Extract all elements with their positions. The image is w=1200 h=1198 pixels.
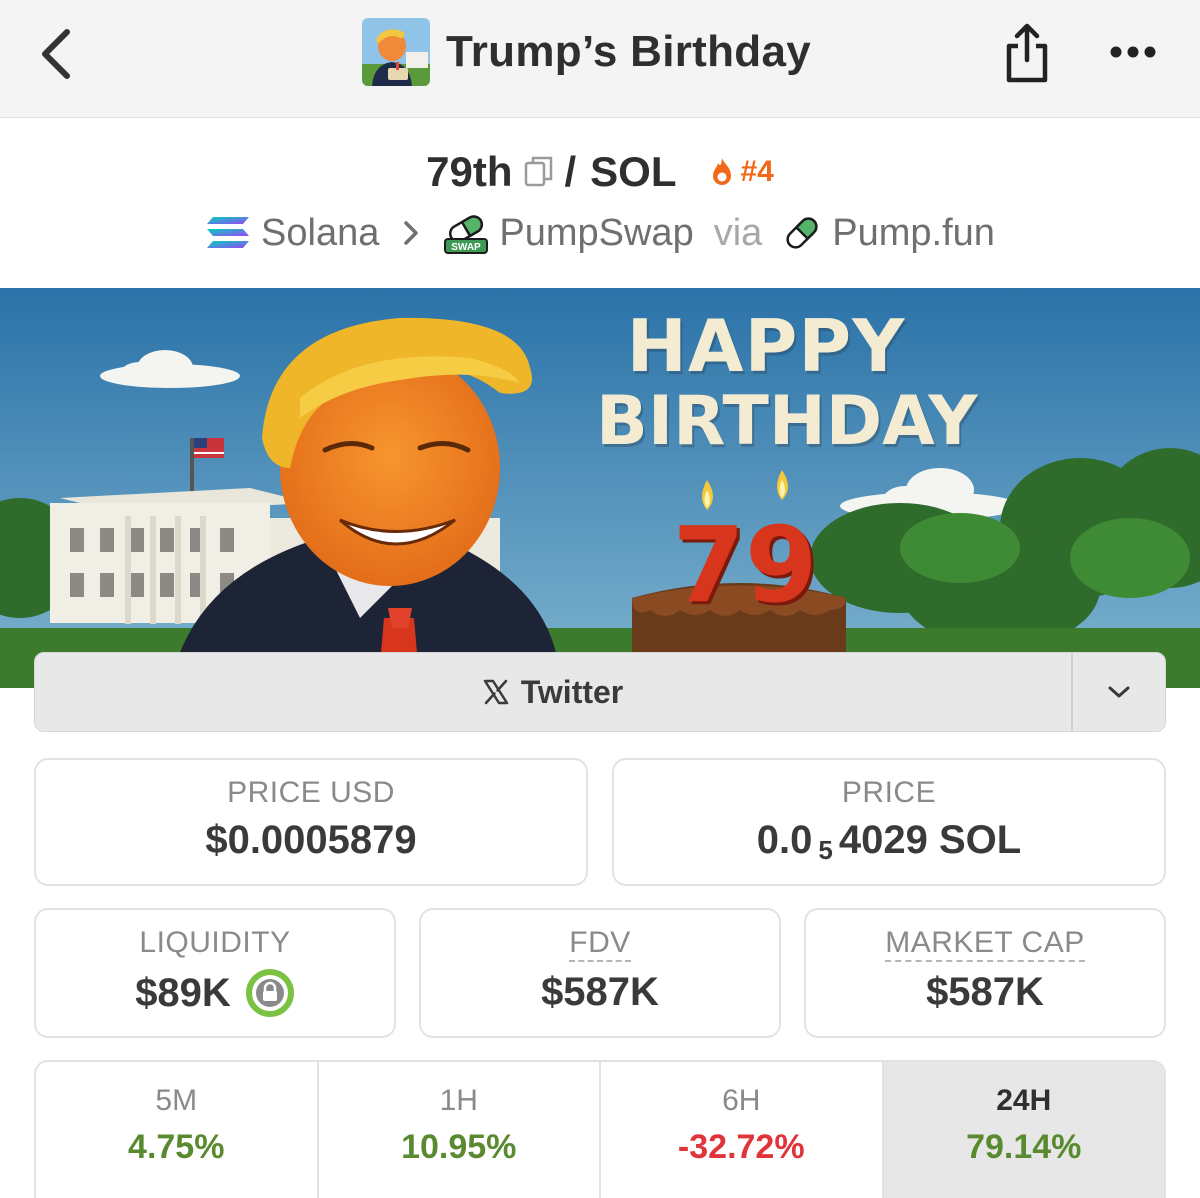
liquidity-label: LIQUIDITY bbox=[139, 926, 291, 959]
price-change-value: -32.72% bbox=[677, 1128, 805, 1166]
share-icon bbox=[1006, 23, 1048, 83]
via-label: via bbox=[713, 211, 763, 254]
banner-line-1: HAPPY bbox=[626, 304, 906, 388]
chevron-down-icon bbox=[1108, 686, 1130, 698]
pair-separator: / bbox=[564, 148, 577, 195]
solana-icon bbox=[207, 217, 250, 248]
chevron-left-icon bbox=[42, 29, 70, 79]
price-change-value: 4.75% bbox=[128, 1128, 225, 1166]
tab-label: 5M bbox=[155, 1084, 198, 1117]
chain-breadcrumb: Solana SWAP PumpSwap via Pump.fun bbox=[0, 204, 1200, 262]
pumpswap-icon: SWAP bbox=[444, 215, 489, 254]
dex-link-pumpswap[interactable]: SWAP PumpSwap bbox=[443, 211, 694, 255]
copy-address-button[interactable] bbox=[524, 155, 554, 189]
price-native-card: PRICE 0.0 5 4029 SOL bbox=[612, 758, 1166, 886]
fire-icon bbox=[712, 158, 731, 185]
liquidity-locked-badge[interactable] bbox=[245, 968, 295, 1018]
back-button[interactable] bbox=[32, 22, 80, 86]
fdv-card[interactable]: FDV $587K bbox=[419, 908, 781, 1038]
price-native-zero-count: 5 bbox=[818, 835, 833, 865]
base-token-symbol: 79th bbox=[426, 148, 513, 195]
twitter-label: Twitter bbox=[520, 673, 624, 710]
launchpad-link-pumpfun[interactable]: Pump.fun bbox=[782, 212, 995, 255]
price-native-suffix: 4029 SOL bbox=[838, 818, 1022, 862]
pair-header: 79th / SOL #4 bbox=[0, 140, 1200, 204]
more-options-button[interactable] bbox=[1100, 28, 1166, 76]
tab-24h[interactable]: 24H 79.14% bbox=[883, 1062, 1164, 1198]
price-change-value: 79.14% bbox=[966, 1128, 1082, 1166]
banner-headline: HAPPY BIRTHDAY bbox=[596, 304, 978, 461]
tab-label: 6H bbox=[722, 1084, 761, 1117]
price-native-label: PRICE bbox=[841, 776, 937, 809]
market-cap-card[interactable]: MARKET CAP $587K bbox=[804, 908, 1166, 1038]
tab-5m[interactable]: 5M 4.75% bbox=[36, 1062, 319, 1198]
token-title: Trump’s Birthday bbox=[362, 18, 811, 86]
fdv-label: FDV bbox=[569, 926, 631, 962]
liquidity-value: $89K bbox=[135, 970, 231, 1015]
tab-1h[interactable]: 1H 10.95% bbox=[319, 1062, 601, 1198]
dex-name: PumpSwap bbox=[499, 211, 694, 254]
launchpad-name: Pump.fun bbox=[832, 211, 995, 254]
chevron-right-icon bbox=[403, 220, 419, 246]
dex-badge-text: SWAP bbox=[452, 242, 482, 253]
price-native-prefix: 0.0 bbox=[756, 818, 813, 862]
pill-icon bbox=[786, 217, 818, 249]
top-nav-bar: Trump’s Birthday bbox=[0, 0, 1200, 118]
market-cap-label: MARKET CAP bbox=[885, 926, 1085, 962]
tab-label: 24H bbox=[996, 1084, 1052, 1117]
price-usd-value: $0.0005879 bbox=[205, 818, 417, 862]
banner-candle-number: 79 bbox=[672, 504, 818, 626]
social-expand-toggle[interactable] bbox=[1071, 653, 1165, 731]
twitter-link-button[interactable]: Twitter bbox=[35, 653, 1071, 731]
lock-icon bbox=[245, 969, 294, 1017]
timeframe-change-tabs: 5M 4.75% 1H 10.95% 6H -32.72% 24H 79.14% bbox=[34, 1060, 1166, 1198]
social-links-bar: Twitter bbox=[34, 652, 1166, 732]
more-horizontal-icon bbox=[1110, 46, 1156, 58]
tab-6h[interactable]: 6H -32.72% bbox=[601, 1062, 884, 1198]
chain-link-solana[interactable]: Solana bbox=[205, 212, 379, 255]
price-usd-label: PRICE USD bbox=[227, 776, 395, 809]
price-native-value: 0.0 5 4029 SOL bbox=[614, 818, 1164, 865]
chain-name: Solana bbox=[261, 211, 380, 254]
page-title: Trump’s Birthday bbox=[446, 27, 812, 76]
trending-rank-badge[interactable]: #4 bbox=[707, 155, 774, 189]
price-change-value: 10.95% bbox=[401, 1128, 517, 1166]
token-avatar bbox=[362, 18, 430, 86]
tab-label: 1H bbox=[439, 1084, 478, 1117]
trending-rank-text: #4 bbox=[740, 155, 774, 188]
liquidity-card: LIQUIDITY $89K bbox=[34, 908, 396, 1038]
quote-token-symbol: SOL bbox=[590, 148, 677, 195]
fdv-value: $587K bbox=[541, 970, 659, 1014]
copy-icon bbox=[525, 156, 553, 187]
market-cap-value: $587K bbox=[926, 970, 1044, 1014]
token-banner-image: HAPPY BIRTHDAY 79 bbox=[0, 288, 1200, 688]
price-usd-card: PRICE USD $0.0005879 bbox=[34, 758, 588, 886]
liquidity-value-row: $89K bbox=[36, 968, 394, 1018]
share-button[interactable] bbox=[996, 16, 1058, 90]
x-logo-icon bbox=[483, 679, 508, 705]
banner-line-2: BIRTHDAY bbox=[596, 382, 978, 461]
